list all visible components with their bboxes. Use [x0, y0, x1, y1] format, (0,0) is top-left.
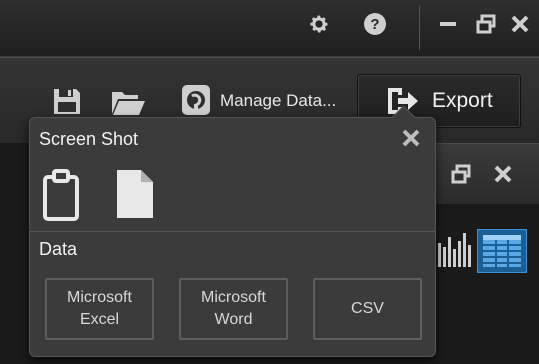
minimize-icon[interactable] — [433, 10, 463, 38]
chart-view-icon[interactable] — [432, 231, 472, 267]
csv-label: CSV — [351, 300, 384, 317]
document-icon[interactable] — [115, 168, 155, 220]
restore-icon[interactable] — [471, 10, 501, 38]
title-separator — [419, 6, 420, 50]
excel-label-line2: Excel — [79, 311, 120, 328]
save-icon[interactable] — [52, 86, 82, 116]
export-excel-button[interactable]: Microsoft Excel — [45, 278, 154, 340]
help-icon[interactable]: ? — [360, 10, 390, 38]
clipboard-icon[interactable] — [43, 165, 79, 221]
folder-open-icon[interactable] — [110, 88, 146, 116]
data-section-title: Data — [39, 239, 78, 259]
popup-close-icon[interactable] — [400, 127, 422, 149]
word-label-line1: Microsoft — [201, 289, 266, 306]
gear-icon[interactable] — [304, 10, 334, 38]
manage-data-icon[interactable] — [181, 84, 211, 116]
section-divider — [30, 231, 435, 232]
panel-restore-icon[interactable] — [450, 163, 472, 185]
export-label: Export — [432, 89, 493, 112]
table-view-icon[interactable] — [477, 229, 527, 273]
title-bar: ? — [0, 0, 539, 57]
export-csv-button[interactable]: CSV — [313, 278, 422, 340]
panel-header — [430, 143, 539, 204]
panel-close-icon[interactable] — [493, 164, 513, 184]
close-icon[interactable] — [505, 10, 535, 38]
manage-data-button[interactable]: Manage Data... — [220, 91, 336, 111]
word-label-line2: Word — [214, 311, 253, 328]
export-word-button[interactable]: Microsoft Word — [179, 278, 288, 340]
svg-text:?: ? — [370, 16, 379, 33]
excel-label-line1: Microsoft — [67, 289, 132, 306]
export-popup: Screen Shot Data Microsoft Excel Microso… — [29, 105, 436, 357]
screenshot-section-title: Screen Shot — [39, 129, 139, 149]
